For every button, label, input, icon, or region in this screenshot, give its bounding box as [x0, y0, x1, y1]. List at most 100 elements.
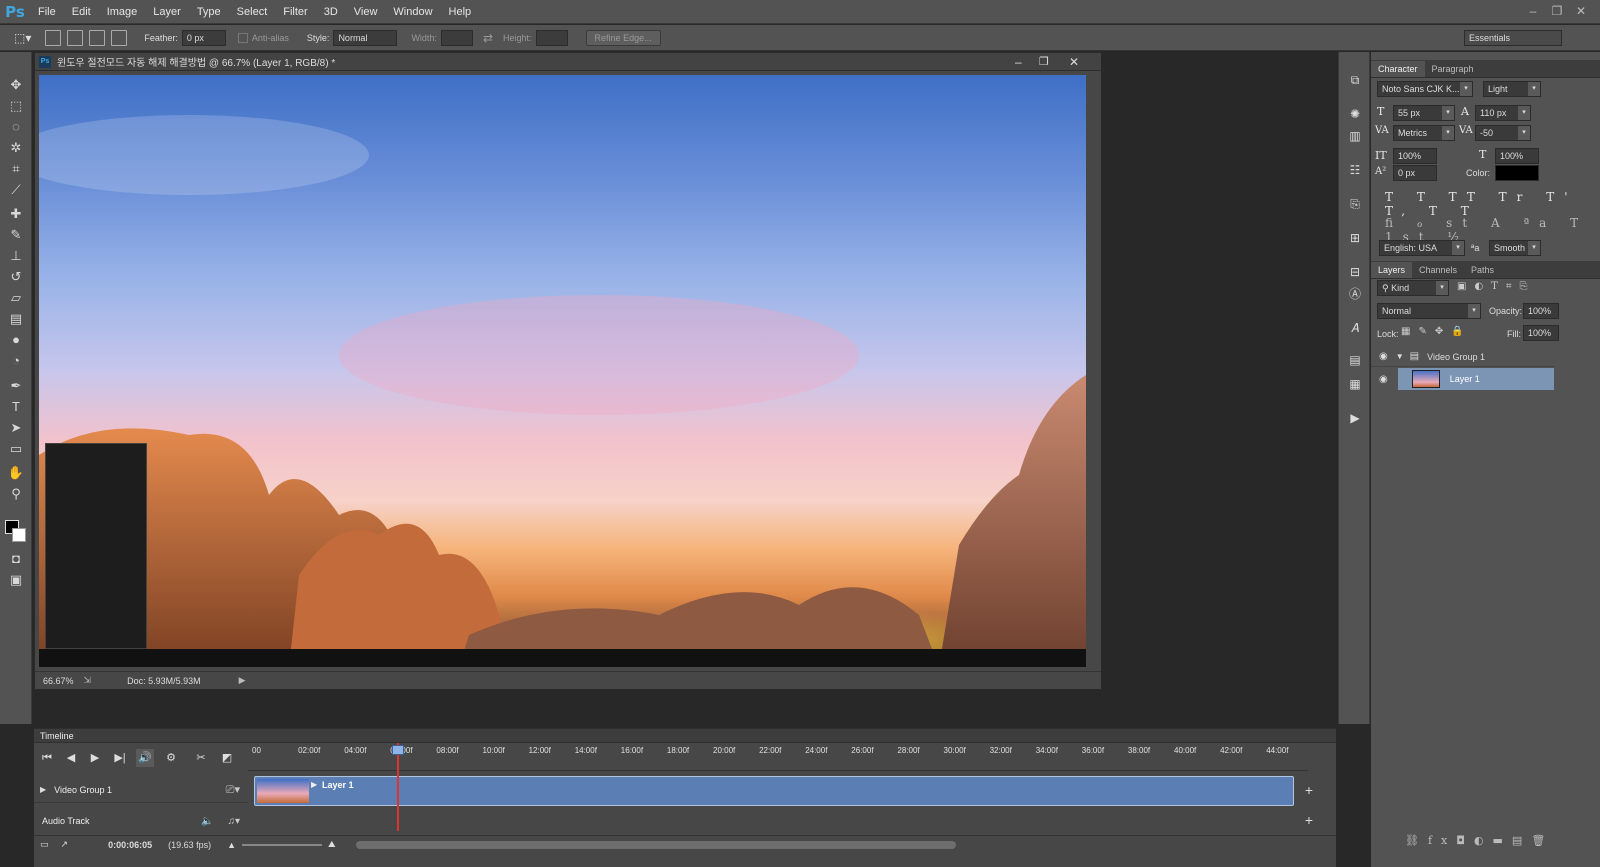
timeline-scrollbar[interactable] [355, 840, 956, 849]
add-audio-icon[interactable]: + [1300, 811, 1318, 829]
layer-name[interactable]: Layer 1 [1450, 374, 1480, 384]
layer-row-layer-1[interactable]: ◉ Layer 1 [1371, 368, 1555, 390]
language-select[interactable]: English: USA ▾ [1379, 240, 1465, 256]
doc-size[interactable]: Doc: 5.93M/5.93M [127, 676, 201, 686]
render-video-icon[interactable]: ▭ [40, 839, 49, 850]
layer-filter-select[interactable]: ⚲ Kind ▾ [1377, 280, 1449, 296]
history-brush-icon[interactable]: ↺ [6, 268, 26, 286]
music-note-icon[interactable]: ♫▾ [227, 816, 240, 827]
menu-3d[interactable]: 3D [316, 0, 346, 24]
history-panel-icon[interactable]: ⧉ [1346, 72, 1364, 88]
eraser-icon[interactable]: ▱ [6, 289, 26, 307]
height-input[interactable] [535, 29, 568, 46]
clip-expand-icon[interactable]: ▶ [311, 780, 317, 789]
antialias-method-select[interactable]: Smooth ▾ [1489, 240, 1541, 256]
transition-icon[interactable]: ◩ [218, 749, 236, 767]
zoom-icon[interactable]: ⚲ [6, 485, 26, 503]
baseline-shift-input[interactable]: 0 px [1393, 165, 1437, 181]
menu-window[interactable]: Window [385, 0, 440, 24]
antialias-checkbox[interactable] [237, 32, 248, 43]
menu-select[interactable]: Select [229, 0, 276, 24]
eyedropper-icon[interactable]: ⟋ [6, 181, 26, 199]
visibility-eye-icon[interactable]: ◉ [1379, 351, 1388, 362]
brush-icon[interactable]: ✎ [6, 226, 26, 244]
magic-wand-icon[interactable]: ✲ [6, 139, 26, 157]
doc-restore-button[interactable]: ❐ [1039, 55, 1049, 68]
track-video-group[interactable]: ▶ Video Group 1 ⎚▾ [34, 777, 248, 803]
clone-source-icon[interactable]: ⎘ [1346, 196, 1364, 212]
doc-minimize-button[interactable]: – [1015, 55, 1022, 69]
play-icon[interactable]: ▶ [86, 749, 104, 767]
leading-input[interactable]: 110 px ▾ [1475, 105, 1531, 121]
font-size-input[interactable]: 55 px ▾ [1393, 105, 1455, 121]
tool-presets-icon[interactable]: ⊟ [1346, 264, 1364, 280]
layers-panel-footer-icons[interactable]: ⛓fx◘◐▬▤🗑 [1405, 834, 1554, 847]
add-selection-icon[interactable] [67, 29, 84, 46]
next-frame-icon[interactable]: ▶| [111, 749, 129, 767]
feather-input[interactable]: 0 px [181, 29, 226, 46]
add-media-icon[interactable]: + [1300, 781, 1318, 799]
zoom-level[interactable]: 66.67% [43, 676, 74, 686]
menu-image[interactable]: Image [99, 0, 146, 24]
zoom-slider[interactable] [242, 843, 323, 846]
intersect-selection-icon[interactable] [111, 29, 128, 46]
document-tab[interactable]: Ps 윈도우 절전모드 자동 해제 해결방법 @ 66.7% (Layer 1,… [35, 53, 1101, 71]
blur-icon[interactable]: ● [6, 331, 26, 349]
brush-presets-icon[interactable]: ⊞ [1346, 230, 1364, 246]
menu-filter[interactable]: Filter [275, 0, 315, 24]
split-scissors-icon[interactable]: ✂ [192, 749, 210, 767]
shape-icon[interactable]: ▭ [6, 440, 26, 458]
background-color-swatch[interactable] [12, 528, 26, 542]
disclosure-triangle-icon[interactable]: ▼ [1396, 352, 1404, 361]
video-clip[interactable]: ▶ Layer 1 [254, 776, 1294, 806]
text-color-swatch[interactable] [1495, 165, 1539, 181]
timeline-ruler[interactable]: 0002:00f04:00f06:00f08:00f10:00f12:00f14… [248, 743, 1308, 771]
layer-name[interactable]: Video Group 1 [1427, 352, 1485, 362]
zoom-out-icon[interactable]: ▲ [227, 840, 236, 850]
blend-mode-select[interactable]: Normal ▾ [1377, 303, 1481, 319]
properties-icon[interactable]: ☷ [1346, 162, 1364, 178]
previous-frame-icon[interactable]: ◀ [62, 749, 80, 767]
settings-gear-icon[interactable]: ⚙ [162, 749, 180, 767]
film-icon[interactable]: ⎚▾ [226, 783, 240, 797]
playhead[interactable] [397, 743, 399, 831]
type-icon[interactable]: T [6, 398, 26, 416]
audio-volume-icon[interactable]: 🔈 [201, 816, 213, 827]
dodge-icon[interactable]: ◔ [6, 352, 26, 370]
new-selection-icon[interactable] [45, 29, 62, 46]
lock-icons[interactable]: ▦✎✥🔒 [1401, 326, 1472, 337]
faux-style-buttons[interactable]: T T TT Tr T' T, T T [1385, 190, 1600, 218]
track-audio[interactable]: Audio Track 🔈 ♫▾ [34, 809, 248, 833]
swap-icon[interactable]: ⇄ [483, 31, 493, 45]
font-style-select[interactable]: Light ▾ [1483, 81, 1541, 97]
horizontal-scale-input[interactable]: 100% [1495, 148, 1539, 164]
path-select-icon[interactable]: ➤ [6, 419, 26, 437]
tab-layers[interactable]: Layers [1371, 262, 1413, 278]
subtract-selection-icon[interactable] [89, 29, 106, 46]
status-menu-arrow-icon[interactable]: ▶ [239, 675, 246, 686]
track-expand-icon[interactable]: ▶ [40, 785, 46, 794]
menu-layer[interactable]: Layer [145, 0, 189, 24]
menu-edit[interactable]: Edit [64, 0, 99, 24]
current-time[interactable]: 0:00:06:05 [108, 840, 152, 850]
menu-file[interactable]: File [30, 0, 64, 24]
width-input[interactable] [440, 29, 473, 46]
tab-channels[interactable]: Channels [1412, 262, 1464, 278]
image-canvas[interactable] [39, 75, 1086, 667]
marquee-preset-icon[interactable]: ⬚▾ [14, 31, 31, 45]
tab-character[interactable]: Character [1371, 61, 1425, 77]
styles-icon[interactable]: Ⓐ [1346, 286, 1364, 302]
pen-icon[interactable]: ✒ [6, 377, 26, 395]
kerning-select[interactable]: Metrics ▾ [1393, 125, 1455, 141]
zoom-in-icon[interactable]: ⛰ [328, 839, 336, 850]
screen-mode-icon[interactable]: ▣ [6, 571, 26, 589]
quick-mask-icon[interactable]: ◘ [6, 550, 26, 568]
tab-paths[interactable]: Paths [1464, 262, 1501, 278]
menu-view[interactable]: View [346, 0, 386, 24]
visibility-eye-icon[interactable]: ◉ [1379, 374, 1388, 385]
healing-brush-icon[interactable]: ✚ [6, 205, 26, 223]
app-close-button[interactable]: ✕ [1570, 2, 1592, 20]
playhead-handle[interactable] [392, 745, 404, 755]
convert-frame-icon[interactable]: ↗ [61, 839, 69, 850]
font-family-select[interactable]: Noto Sans CJK K... ▾ [1377, 81, 1473, 97]
